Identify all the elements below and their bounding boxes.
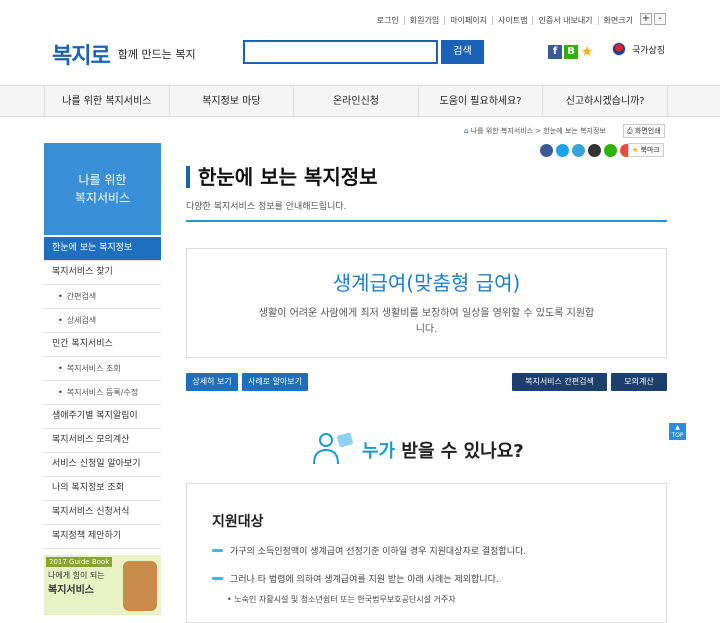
page-title: 한눈에 보는 복지정보 xyxy=(186,166,378,188)
signup-link[interactable]: 회원가입 xyxy=(403,15,444,25)
login-link[interactable]: 로그인 xyxy=(372,16,404,25)
sidebar-item-detail-search[interactable]: 상세검색 xyxy=(44,309,161,333)
top-label: TOP xyxy=(671,432,684,439)
nav-item-welfare-info[interactable]: 복지정보 마당 xyxy=(168,86,294,118)
flag-icon xyxy=(612,42,626,56)
print-button[interactable]: ⎙ 화면인쇄 xyxy=(623,124,665,138)
who-highlight: 누가 xyxy=(362,441,396,462)
banner-illustration xyxy=(123,561,157,611)
guide-book-banner[interactable]: 2017 Guide Book 나에게 힘이 되는 복지서비스 xyxy=(44,555,161,615)
banner-tag: 2017 Guide Book xyxy=(46,557,113,567)
main-nav: 나를 위한 복지서비스 복지정보 마당 온라인신청 도움이 필요하세요? 신고하… xyxy=(0,85,720,118)
page-subtitle: 다양한 복지서비스 정보를 안내해드립니다. xyxy=(186,202,347,212)
detail-button[interactable]: 상세히 보기 xyxy=(186,373,238,391)
national-symbol[interactable]: 국가상징 xyxy=(612,42,665,56)
mypage-link[interactable]: 마이페이지 xyxy=(444,15,492,25)
search-button[interactable]: 검색 xyxy=(441,40,484,64)
eligibility-card: 지원대상 가구의 소득인정액이 생계급여 선정기준 이하일 경우 지원대상자로 … xyxy=(186,483,667,623)
sidebar-item-apply-date[interactable]: 서비스 신청일 알아보기 xyxy=(44,453,161,477)
sidebar-item-simulation[interactable]: 복지서비스 모의계산 xyxy=(44,429,161,453)
search-input[interactable] xyxy=(243,40,438,64)
printer-icon: ⎙ xyxy=(627,127,633,135)
social-links: f B ★ xyxy=(548,45,594,59)
who-rest: 받을 수 있나요? xyxy=(395,441,524,462)
who-heading: 누가 받을 수 있나요? xyxy=(362,437,524,463)
eligibility-item: 그러나 타 법령에 의하여 생계급여를 지원 받는 아래 사례는 제외합니다. xyxy=(212,572,499,585)
sidebar-item-forms[interactable]: 복지서비스 신청서식 xyxy=(44,501,161,525)
facebook-share-icon[interactable] xyxy=(540,144,553,157)
sidebar-item-policy-suggest[interactable]: 복지정책 제안하기 xyxy=(44,525,161,549)
zoom-out-button[interactable]: - xyxy=(654,13,666,25)
service-info-box: 생계급여(맞춤형 급여) 생활이 어려운 사람에게 최저 생활비를 보장하여 일… xyxy=(186,248,667,358)
breadcrumb-text: 나를 위한 복지서비스 > 한눈에 보는 복지정보 xyxy=(470,127,606,135)
logo-tagline: 함께 만드는 복지 xyxy=(117,48,196,61)
breadcrumb: ⌂ 나를 위한 복지서비스 > 한눈에 보는 복지정보 xyxy=(464,126,606,136)
utility-bar: 로그인 회원가입 마이페이지 사이트맵 인증서 내보내기 화면크기 xyxy=(372,12,638,28)
simple-search-button[interactable]: 복지서비스 간편검색 xyxy=(512,373,607,391)
bookmark-button[interactable]: ★ 북마크 xyxy=(628,143,664,157)
sidebar-title-line1: 나를 위한 xyxy=(78,173,127,187)
print-label: 화면인쇄 xyxy=(634,127,661,135)
nav-item-welfare-for-me[interactable]: 나를 위한 복지서비스 xyxy=(44,86,169,118)
share-icons xyxy=(540,144,633,157)
nav-item-online-apply[interactable]: 온라인신청 xyxy=(293,86,418,118)
cert-export-link[interactable]: 인증서 내보내기 xyxy=(532,15,597,25)
national-symbol-label: 국가상징 xyxy=(632,45,666,56)
sidebar-item-service-register[interactable]: 복지서비스 등록/수정 xyxy=(44,381,161,405)
blog-icon[interactable]: B xyxy=(564,45,578,59)
home-icon[interactable]: ⌂ xyxy=(464,127,468,135)
sidebar-item-service-lookup[interactable]: 복지서비스 조회 xyxy=(44,357,161,381)
screen-size-label: 화면크기 xyxy=(597,15,638,25)
facebook-icon[interactable]: f xyxy=(548,45,562,59)
simulate-button[interactable]: 모의계산 xyxy=(611,373,667,391)
sidebar-item-find-service[interactable]: 복지서비스 찾기 xyxy=(44,261,161,285)
twitter-share-icon[interactable] xyxy=(556,144,569,157)
sidebar-item-simple-search[interactable]: 간편검색 xyxy=(44,285,161,309)
people-icon xyxy=(313,432,353,465)
zoom-in-button[interactable]: + xyxy=(640,13,652,25)
service-heading: 생계급여(맞춤형 급여) xyxy=(332,271,521,295)
sidebar-title-line2: 복지서비스 xyxy=(74,191,131,205)
zoom-controls: + - xyxy=(640,13,666,25)
service-description: 생활이 어려운 사람에게 최저 생활비를 보장하여 일상을 영위할 수 있도록 … xyxy=(258,308,595,335)
eligibility-title: 지원대상 xyxy=(212,514,264,530)
nav-item-need-help[interactable]: 도움이 필요하세요? xyxy=(417,86,543,118)
band-share-icon[interactable] xyxy=(604,144,617,157)
cases-button[interactable]: 사례로 알아보기 xyxy=(242,373,308,391)
bookmark-label: 북마크 xyxy=(640,146,660,154)
kakao-share-icon[interactable] xyxy=(572,144,585,157)
logo[interactable]: 복지로 함께 만드는 복지 xyxy=(52,38,196,70)
sidebar-title: 나를 위한 복지서비스 xyxy=(44,143,161,235)
up-arrow-icon: ▲ xyxy=(675,424,680,431)
scroll-top-button[interactable]: ▲ TOP xyxy=(669,423,686,440)
nav-item-report[interactable]: 신고하시겠습니까? xyxy=(542,86,668,118)
bookmark-star-icon: ★ xyxy=(632,146,639,154)
eligibility-sub-item: • 노숙인 자활시설 및 청소년쉼터 또는 한국법무보호공단시설 거주자 xyxy=(227,595,456,604)
sitemap-link[interactable]: 사이트맵 xyxy=(492,15,532,25)
title-divider xyxy=(186,220,667,222)
sidebar: 한눈에 보는 복지정보 복지서비스 찾기 간편검색 상세검색 민간 복지서비스 … xyxy=(44,237,161,549)
eligibility-item: 가구의 소득인정액이 생계급여 선정기준 이하일 경우 지원대상자로 결정합니다… xyxy=(212,544,526,557)
sidebar-item-my-info[interactable]: 나의 복지정보 조회 xyxy=(44,477,161,501)
blog-share-icon[interactable] xyxy=(588,144,601,157)
sidebar-item-private-service[interactable]: 민간 복지서비스 xyxy=(44,333,161,357)
logo-mark: 복지로 xyxy=(52,44,111,69)
site-header: 복지로 함께 만드는 복지 검색 f B ★ 국가상징 xyxy=(0,30,720,85)
star-icon[interactable]: ★ xyxy=(580,45,594,59)
sidebar-item-overview[interactable]: 한눈에 보는 복지정보 xyxy=(44,237,161,261)
sidebar-item-lifecycle-alert[interactable]: 생애주기별 복지알림이 xyxy=(44,405,161,429)
